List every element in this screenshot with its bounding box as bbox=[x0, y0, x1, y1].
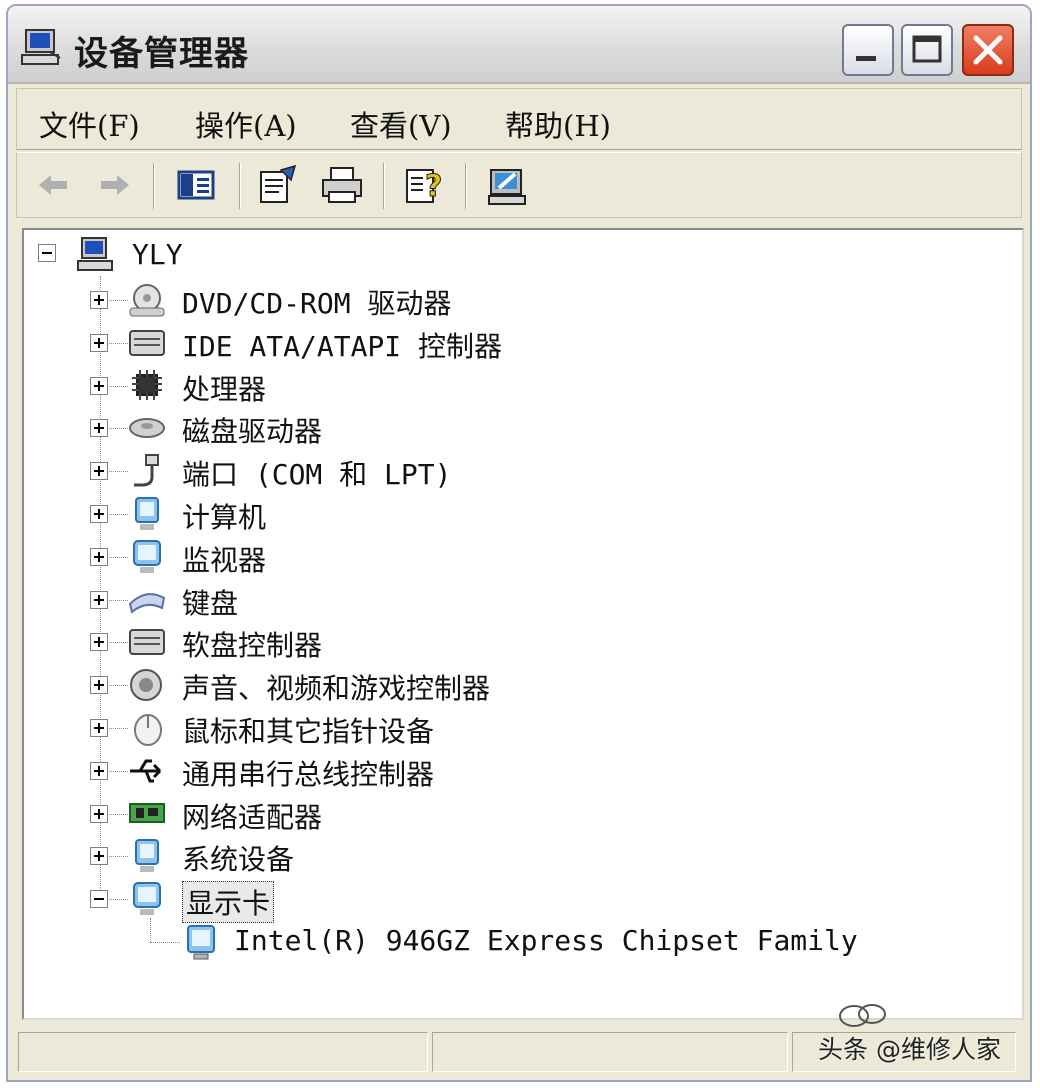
maximize-icon bbox=[912, 35, 942, 63]
tree-connector bbox=[150, 918, 151, 942]
tree-category-label[interactable]: DVD/CD-ROM 驱动器 bbox=[182, 282, 451, 322]
tree-category-label[interactable]: 声音、视频和游戏控制器 bbox=[182, 667, 490, 707]
tree-category-label[interactable]: 显示卡 bbox=[182, 881, 275, 923]
processor-icon bbox=[132, 370, 162, 400]
sound-icon bbox=[130, 669, 162, 701]
display-device-icon bbox=[187, 925, 215, 960]
toolbar-separator bbox=[239, 163, 241, 209]
network-adapter-icon bbox=[129, 803, 165, 823]
usb-icon bbox=[130, 759, 162, 783]
expand-toggle[interactable] bbox=[90, 291, 108, 309]
expand-toggle[interactable] bbox=[90, 805, 108, 823]
tree-category-label[interactable]: 软盘控制器 bbox=[182, 624, 322, 664]
tree-category-label[interactable]: 系统设备 bbox=[182, 838, 294, 878]
watermark-text: 头条 @维修人家 bbox=[818, 1035, 1001, 1064]
menu-action[interactable]: 操作(A) bbox=[195, 103, 297, 145]
expand-toggle[interactable] bbox=[90, 334, 108, 352]
expand-toggle[interactable] bbox=[90, 505, 108, 523]
tree-category-label[interactable]: 鼠标和其它指针设备 bbox=[182, 710, 434, 750]
close-button[interactable] bbox=[962, 24, 1014, 76]
mouse-icon bbox=[134, 714, 162, 746]
title-bar[interactable]: 设备管理器 bbox=[8, 6, 1030, 84]
expand-toggle[interactable] bbox=[90, 591, 108, 609]
toolbar-separator bbox=[153, 163, 155, 209]
tree-category-label[interactable]: 磁盘驱动器 bbox=[182, 410, 322, 450]
tree-category-label[interactable]: 键盘 bbox=[182, 582, 238, 622]
expand-toggle[interactable] bbox=[90, 377, 108, 395]
forward-arrow-icon[interactable] bbox=[91, 162, 137, 208]
menu-bar: 文件(F) 操作(A) 查看(V) 帮助(H) bbox=[16, 88, 1022, 150]
tree-category-label[interactable]: 处理器 bbox=[182, 368, 266, 408]
collapse-toggle[interactable] bbox=[90, 890, 108, 908]
tree-connector bbox=[150, 942, 180, 943]
expand-toggle[interactable] bbox=[90, 548, 108, 566]
tree-category-label[interactable]: 通用串行总线控制器 bbox=[182, 753, 434, 793]
window-title: 设备管理器 bbox=[74, 34, 249, 74]
system-device-icon bbox=[135, 839, 159, 872]
tree-category-label[interactable]: 计算机 bbox=[182, 496, 266, 536]
keyboard-icon bbox=[128, 593, 166, 614]
close-icon bbox=[973, 35, 1003, 65]
tree-category-label[interactable]: 监视器 bbox=[182, 539, 266, 579]
floppy-controller-icon bbox=[129, 629, 165, 655]
show-hide-tree-icon[interactable] bbox=[173, 162, 219, 208]
minimize-button[interactable] bbox=[842, 24, 894, 76]
svg-text:?: ? bbox=[425, 169, 442, 204]
properties-icon[interactable] bbox=[255, 162, 301, 208]
help-icon[interactable]: ? bbox=[401, 162, 447, 208]
maximize-button[interactable] bbox=[901, 24, 953, 76]
root-collapse-toggle[interactable] bbox=[38, 244, 56, 262]
tree-category-label[interactable]: 网络适配器 bbox=[182, 796, 322, 836]
cdrom-icon bbox=[129, 284, 165, 317]
display-adapter-icon bbox=[133, 882, 161, 915]
disk-drive-icon bbox=[129, 418, 165, 438]
menu-view[interactable]: 查看(V) bbox=[350, 103, 452, 145]
toolbar: ? bbox=[16, 152, 1022, 218]
expand-toggle[interactable] bbox=[90, 676, 108, 694]
back-arrow-icon[interactable] bbox=[31, 162, 77, 208]
expand-toggle[interactable] bbox=[90, 462, 108, 480]
watermark-logo-icon bbox=[839, 1004, 886, 1027]
tree-root-label[interactable]: YLY bbox=[132, 238, 183, 271]
expand-toggle[interactable] bbox=[90, 419, 108, 437]
computer-root-icon bbox=[77, 237, 113, 271]
port-icon bbox=[134, 454, 159, 487]
device-manager-app-icon bbox=[21, 29, 61, 65]
status-pane-main bbox=[18, 1032, 428, 1072]
print-icon[interactable] bbox=[319, 162, 365, 208]
status-pane-middle bbox=[432, 1032, 788, 1072]
expand-toggle[interactable] bbox=[90, 847, 108, 865]
display-device-label[interactable]: Intel(R) 946GZ Express Chipset Family bbox=[234, 924, 858, 957]
tree-category-label[interactable]: 端口 (COM 和 LPT) bbox=[182, 453, 451, 493]
device-manager-window: 设备管理器 文件(F) 操作(A) 查看(V) 帮助(H) ? YLY DVD/… bbox=[6, 4, 1032, 1082]
scan-hardware-icon[interactable] bbox=[485, 162, 531, 208]
computer-icon bbox=[135, 497, 159, 530]
expand-toggle[interactable] bbox=[90, 762, 108, 780]
device-tree[interactable]: YLY DVD/CD-ROM 驱动器 IDE ATA/ATAPI 控制器 处理器 磁盘… bbox=[22, 228, 1024, 1020]
monitor-icon bbox=[133, 540, 161, 573]
toolbar-separator bbox=[465, 163, 467, 209]
menu-file[interactable]: 文件(F) bbox=[39, 103, 140, 145]
tree-category-label[interactable]: IDE ATA/ATAPI 控制器 bbox=[182, 325, 502, 365]
expand-toggle[interactable] bbox=[90, 719, 108, 737]
ide-controller-icon bbox=[129, 330, 165, 356]
expand-toggle[interactable] bbox=[90, 633, 108, 651]
menu-help[interactable]: 帮助(H) bbox=[505, 103, 611, 145]
toolbar-separator bbox=[383, 163, 385, 209]
minimize-icon bbox=[856, 56, 876, 61]
